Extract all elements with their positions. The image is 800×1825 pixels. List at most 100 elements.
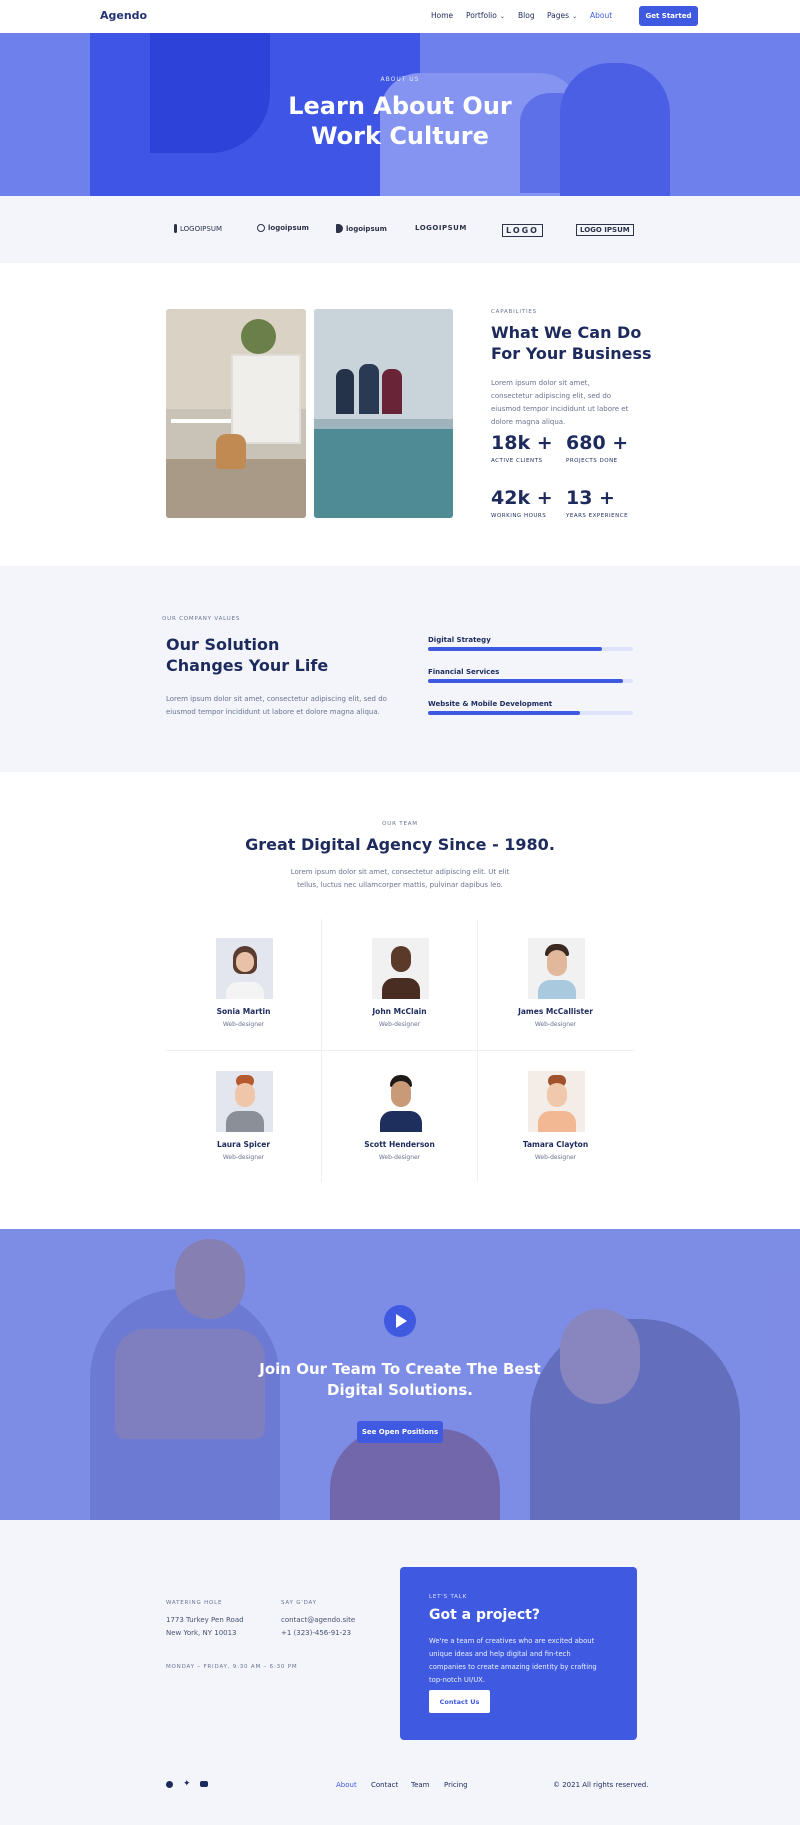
photo-shelf	[231, 354, 301, 444]
stat-value: 18k +	[491, 432, 553, 454]
partner-logo-text: LOGO	[502, 224, 543, 237]
hero-title-line2: Work Culture	[311, 122, 489, 150]
member-role: Web-designer	[222, 1021, 265, 1028]
nav-item-pages[interactable]: Pages ⌄	[547, 11, 577, 20]
partner-logo: LOGOIPSUM	[415, 224, 467, 232]
contact-us-button[interactable]: Contact Us	[429, 1690, 490, 1713]
nav-item-portfolio-label: Portfolio	[466, 11, 497, 20]
avatar-face	[391, 946, 411, 972]
get-started-button[interactable]: Get Started	[639, 6, 698, 26]
avatar	[528, 938, 585, 999]
capabilities-title-line2: For Your Business	[491, 344, 652, 363]
capabilities-eyebrow: CAPABILITIES	[491, 309, 537, 315]
nav-item-pages-label: Pages	[547, 11, 570, 20]
avatar	[528, 1071, 585, 1132]
partner-logo: LOGOIPSUM	[174, 224, 222, 233]
partner-logo-text: LOGOIPSUM	[180, 224, 222, 233]
skill-label: Financial Services	[428, 668, 500, 676]
partner-logo-text: logoipsum	[346, 224, 387, 233]
logo-mark-icon	[174, 224, 177, 233]
stat-label: WORKING HOURS	[491, 513, 547, 519]
project-cta-card: LET'S TALK Got a project? We're a team o…	[400, 1567, 637, 1740]
avatar	[216, 1071, 273, 1132]
team-member-card[interactable]: Scott Henderson Web-designer	[322, 1054, 477, 1186]
site-logo[interactable]: Agendo	[100, 9, 147, 22]
nav-item-portfolio[interactable]: Portfolio ⌄	[466, 11, 505, 20]
office-photo	[166, 309, 306, 518]
photo-plant	[241, 319, 276, 354]
stat-value: 13 +	[566, 487, 615, 509]
chevron-down-icon: ⌄	[499, 13, 505, 20]
member-name: Scott Henderson	[364, 1140, 435, 1149]
team-member-card[interactable]: Sonia Martin Web-designer	[166, 921, 321, 1053]
team-member-card[interactable]: Laura Spicer Web-designer	[166, 1054, 321, 1186]
avatar-shirt	[226, 1111, 264, 1132]
skill-bar	[428, 647, 633, 651]
values-text: Lorem ipsum dolor sit amet, consectetur …	[166, 695, 387, 716]
partner-logo-text: logoipsum	[268, 224, 309, 232]
avatar-face	[391, 1081, 411, 1107]
photo-person	[359, 364, 379, 414]
youtube-icon[interactable]	[200, 1781, 208, 1789]
avatar-shirt	[538, 1111, 576, 1132]
nav-item-blog[interactable]: Blog	[518, 11, 535, 20]
values-title: Our Solution Changes Your Life	[166, 634, 386, 676]
skill-bar-fill	[428, 647, 603, 651]
team-member-card[interactable]: John McClain Web-designer	[322, 921, 477, 1053]
values-eyebrow: OUR COMPANY VALUES	[162, 616, 241, 622]
photo-person	[336, 369, 354, 414]
skill-bar-fill	[428, 679, 623, 683]
partner-logo: LOGO IPSUM	[576, 224, 634, 236]
nav-item-home[interactable]: Home	[431, 11, 453, 20]
nav-item-about[interactable]: About	[590, 11, 612, 20]
avatar	[372, 938, 429, 999]
footer-link-team[interactable]: Team	[411, 1781, 430, 1789]
cta-text: We're a team of creatives who are excite…	[429, 1637, 597, 1684]
hero-title: Learn About Our Work Culture	[0, 91, 800, 151]
footer-link-contact[interactable]: Contact	[371, 1781, 398, 1789]
skill-bar-fill	[428, 711, 580, 715]
member-role: Web-designer	[534, 1021, 577, 1028]
partner-logos: LOGOIPSUM logoipsum logoipsum LOGOIPSUM …	[0, 196, 800, 263]
capabilities-title-line1: What We Can Do	[491, 323, 642, 342]
footer-link-about[interactable]: About	[336, 1781, 357, 1789]
address-line2: New York, NY 10013	[166, 1629, 237, 1637]
member-name: James McCallister	[518, 1007, 593, 1016]
skill-bar	[428, 711, 633, 715]
hero-title-line1: Learn About Our	[288, 92, 512, 120]
say-label: SAY G'DAY	[281, 1600, 317, 1606]
avatar	[372, 1071, 429, 1132]
avatar	[216, 938, 273, 999]
avatar-face	[236, 952, 254, 972]
skill-bar	[428, 679, 633, 683]
play-icon	[396, 1314, 407, 1328]
team-member-card[interactable]: Tamara Clayton Web-designer	[478, 1054, 633, 1186]
chevron-down-icon: ⌄	[572, 13, 578, 20]
team-member-card[interactable]: James McCallister Web-designer	[478, 921, 633, 1053]
stat-value: 680 +	[566, 432, 629, 454]
play-video-button[interactable]	[384, 1305, 416, 1337]
stat-label: YEARS EXPERIENCE	[566, 513, 629, 519]
cta-title: Got a project?	[429, 1607, 540, 1623]
facebook-icon[interactable]	[166, 1781, 173, 1790]
hero-section: ABOUT US Learn About Our Work Culture	[0, 33, 800, 196]
avatar-face	[235, 1083, 255, 1107]
member-role: Web-designer	[378, 1021, 421, 1028]
contact-email[interactable]: contact@agendo.site	[281, 1614, 355, 1627]
footer-link-pricing[interactable]: Pricing	[444, 1781, 468, 1789]
office-hours: MONDAY – FRIDAY, 9:30 AM – 6:30 PM	[166, 1664, 298, 1670]
cta-eyebrow: LET'S TALK	[429, 1594, 468, 1600]
skill-label: Digital Strategy	[428, 636, 491, 644]
contact-phone[interactable]: +1 (323)-456-91-23	[281, 1627, 351, 1640]
see-open-positions-button[interactable]: See Open Positions	[357, 1421, 443, 1443]
member-name: Laura Spicer	[216, 1140, 271, 1149]
avatar-jacket	[380, 1111, 422, 1132]
member-name: John McClain	[372, 1007, 427, 1016]
hero-eyebrow: ABOUT US	[380, 76, 420, 83]
twitter-icon[interactable]: ✦	[183, 1779, 191, 1789]
address-label: WATERING HOLE	[166, 1600, 223, 1606]
join-title-line2: Digital Solutions.	[327, 1381, 473, 1399]
capabilities-text: Lorem ipsum dolor sit amet, consectetur …	[491, 379, 629, 426]
photo-glass-rail	[314, 429, 453, 518]
join-title: Join Our Team To Create The Best Digital…	[0, 1359, 800, 1401]
